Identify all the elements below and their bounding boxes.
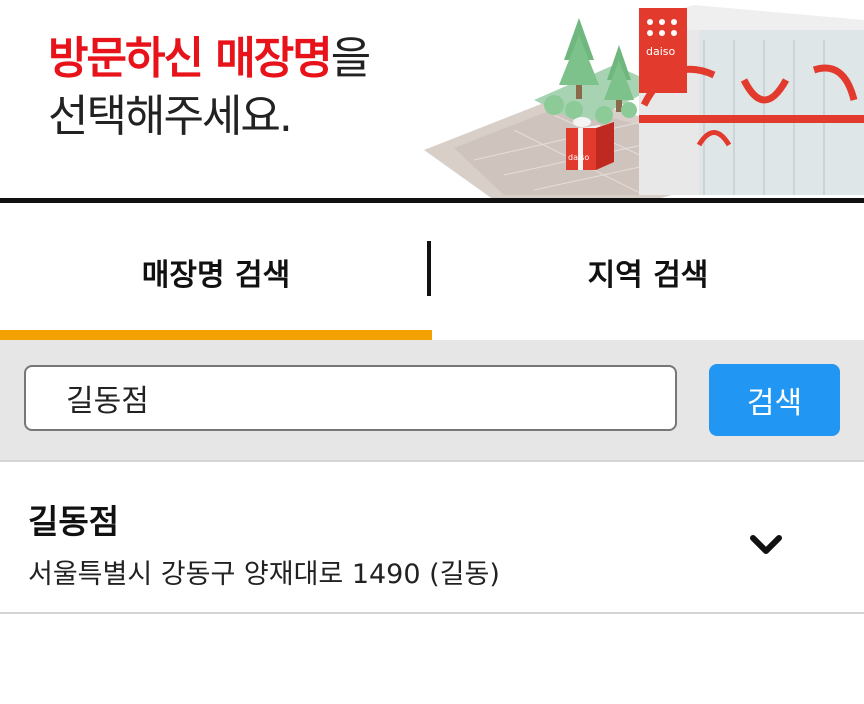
active-tab-indicator (0, 330, 432, 340)
list-item[interactable]: 길동점 서울특별시 강동구 양재대로 1490 (길동) (0, 462, 864, 614)
search-bar: 검색 (0, 340, 864, 460)
search-tabs: 매장명 검색 지역 검색 (0, 203, 864, 340)
tab-divider (427, 241, 431, 296)
store-search-input[interactable] (24, 365, 677, 431)
results-list: 길동점 서울특별시 강동구 양재대로 1490 (길동) (0, 460, 864, 704)
store-illustration: daiso daiso (424, 5, 864, 200)
tab-store-name-search[interactable]: 매장명 검색 (0, 203, 432, 340)
store-name: 길동점 (28, 502, 120, 541)
banner-line1-rest: 을 (330, 33, 372, 84)
banner-highlight: 방문하신 매장명 (48, 33, 333, 84)
search-button[interactable]: 검색 (709, 364, 840, 436)
tab-region-search[interactable]: 지역 검색 (432, 203, 864, 340)
store-address: 서울특별시 강동구 양재대로 1490 (길동) (28, 559, 500, 590)
daiso-store-icon: daiso (639, 5, 864, 195)
header-banner: 방문하신 매장명을 선택해주세요. daiso daiso (0, 0, 864, 200)
banner-line2: 선택해주세요. (48, 91, 293, 142)
svg-text:daiso: daiso (568, 153, 589, 162)
daiso-logo-text: daiso (646, 45, 676, 58)
chevron-down-icon[interactable] (748, 532, 784, 558)
banner-title: 방문하신 매장명을 선택해주세요. (48, 30, 372, 146)
